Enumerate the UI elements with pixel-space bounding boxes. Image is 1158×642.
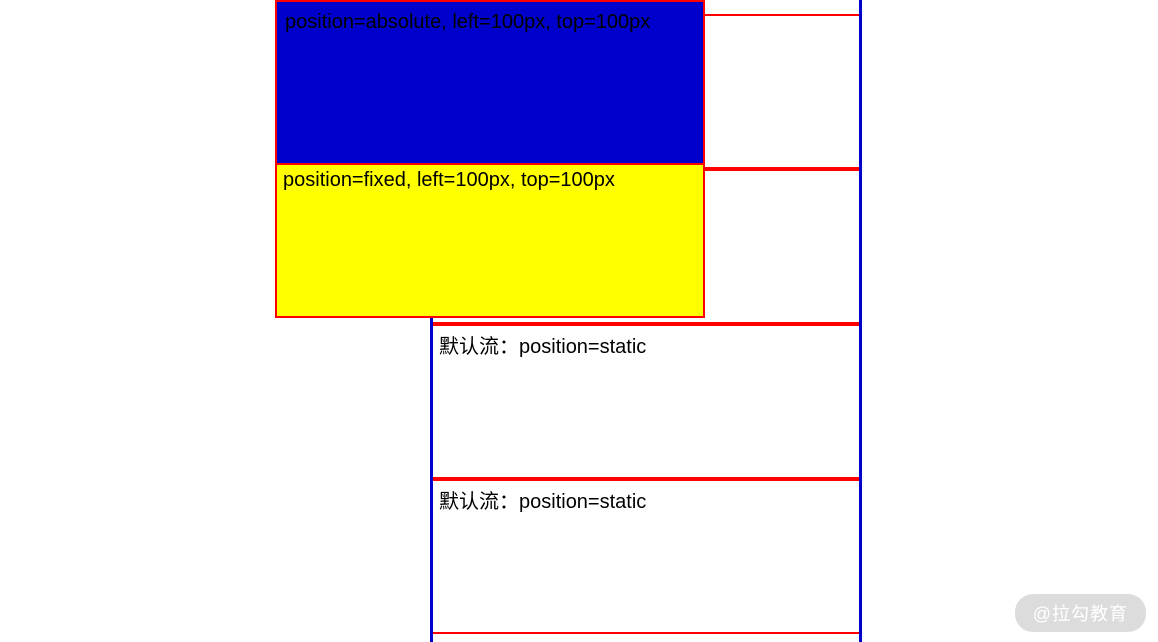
static-box-4-label: 默认流：position=static: [439, 491, 646, 513]
static-box-4: 默认流：position=static: [433, 479, 859, 634]
static-box-3: 默认流：position=static: [433, 324, 859, 479]
fixed-positioned-box: position=fixed, left=100px, top=100px: [275, 163, 705, 318]
fixed-box-label: position=fixed, left=100px, top=100px: [283, 169, 615, 191]
static-box-3-label: 默认流：position=static: [439, 336, 646, 358]
absolute-box-label: position=absolute, left=100px, top=100px: [285, 11, 650, 33]
watermark-text: @拉勾教育: [1033, 604, 1128, 624]
absolute-positioned-box: position=absolute, left=100px, top=100px: [275, 0, 705, 165]
watermark-badge: @拉勾教育: [1015, 594, 1146, 632]
